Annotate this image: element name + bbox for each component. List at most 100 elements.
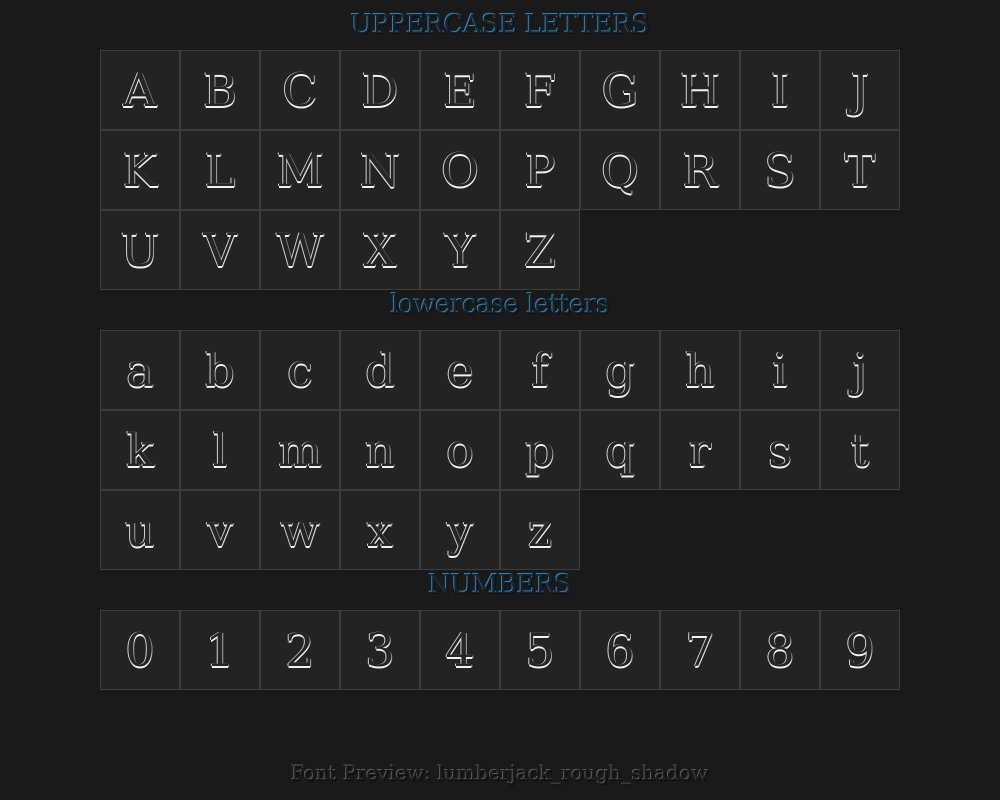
glyph-character: O xyxy=(441,143,479,197)
glyph-cell: W xyxy=(260,210,340,290)
font-preview-page: UPPERCASE LETTERS ABCDEFGHI J KLMNOPQRST UV… xyxy=(0,0,1000,800)
glyph-character: U xyxy=(120,223,160,277)
glyph-cell: 2 xyxy=(260,610,340,690)
glyph-character: E xyxy=(443,63,477,117)
glyph-character: T xyxy=(844,143,876,197)
glyph-character: 2 xyxy=(285,623,315,677)
glyph-character: m xyxy=(278,423,322,477)
glyph-cell: Y xyxy=(420,210,500,290)
glyph-cell: h xyxy=(660,330,740,410)
glyph-cell: i xyxy=(740,330,820,410)
lowercase-section-title: lowercase letters xyxy=(390,290,610,320)
glyph-character: v xyxy=(207,503,233,557)
glyph-character: X xyxy=(363,223,397,277)
glyph-cell: L xyxy=(180,130,260,210)
glyph-character: f xyxy=(531,343,549,397)
glyph-character: C xyxy=(282,63,318,117)
glyph-cell: f xyxy=(500,330,580,410)
glyph-cell: I xyxy=(740,50,820,130)
glyph-character: L xyxy=(204,143,236,197)
glyph-cell: T xyxy=(820,130,900,210)
glyph-character: 7 xyxy=(685,623,715,677)
glyph-cell: e xyxy=(420,330,500,410)
glyph-character: i xyxy=(772,343,788,397)
glyph-cell: E xyxy=(420,50,500,130)
glyph-cell: d xyxy=(340,330,420,410)
glyph-cell: 3 xyxy=(340,610,420,690)
glyph-character: J xyxy=(850,63,870,117)
glyph-cell: 6 xyxy=(580,610,660,690)
glyph-character: 0 xyxy=(125,623,155,677)
glyph-character: K xyxy=(122,143,158,197)
glyph-cell: X xyxy=(340,210,420,290)
glyph-cell: P xyxy=(500,130,580,210)
glyph-cell: r xyxy=(660,410,740,490)
glyph-cell: B xyxy=(180,50,260,130)
glyph-character: D xyxy=(361,63,399,117)
numbers-grid: 0123456789 xyxy=(100,610,900,690)
glyph-character: q xyxy=(605,423,635,477)
glyph-character: 5 xyxy=(525,623,555,677)
glyph-cell: N xyxy=(340,130,420,210)
glyph-character: w xyxy=(280,503,320,557)
glyph-cell: p xyxy=(500,410,580,490)
glyph-cell: u xyxy=(100,490,180,570)
glyph-character: Q xyxy=(601,143,639,197)
font-preview-footer: Font Preview: lumberjack_rough_shadow xyxy=(291,761,709,785)
glyph-character: l xyxy=(212,423,228,477)
glyph-cell: G xyxy=(580,50,660,130)
numbers-section-title: NUMBERS xyxy=(428,570,572,600)
glyph-character: 6 xyxy=(605,623,635,677)
glyph-cell: Q xyxy=(580,130,660,210)
glyph-character: N xyxy=(359,143,401,197)
glyph-character: 8 xyxy=(765,623,795,677)
glyph-character: R xyxy=(682,143,718,197)
glyph-character: t xyxy=(850,423,870,477)
glyph-character: c xyxy=(287,343,313,397)
glyph-cell: K xyxy=(100,130,180,210)
glyph-character: o xyxy=(446,423,474,477)
glyph-character: s xyxy=(768,423,792,477)
glyph-character: e xyxy=(446,343,474,397)
glyph-character: r xyxy=(689,423,711,477)
uppercase-grid: ABCDEFGHI J KLMNOPQRST UVWXYZ xyxy=(100,50,900,290)
glyph-cell: A xyxy=(100,50,180,130)
glyph-cell: 8 xyxy=(740,610,820,690)
glyph-character: 1 xyxy=(205,623,235,677)
glyph-cell: o xyxy=(420,410,500,490)
glyph-cell: m xyxy=(260,410,340,490)
glyph-character: u xyxy=(125,503,155,557)
glyph-character: g xyxy=(605,343,635,397)
glyph-cell: F xyxy=(500,50,580,130)
glyph-character: H xyxy=(679,63,721,117)
glyph-character: x xyxy=(367,503,393,557)
uppercase-section-title: UPPERCASE LETTERS xyxy=(350,10,650,40)
glyph-character: W xyxy=(276,223,324,277)
glyph-cell: s xyxy=(740,410,820,490)
glyph-cell: x xyxy=(340,490,420,570)
glyph-cell: 7 xyxy=(660,610,740,690)
glyph-character: h xyxy=(685,343,715,397)
glyph-cell: 9 xyxy=(820,610,900,690)
glyph-character: b xyxy=(205,343,235,397)
glyph-character: a xyxy=(126,343,154,397)
glyph-character: Z xyxy=(524,223,556,277)
glyph-cell: k xyxy=(100,410,180,490)
glyph-character: I xyxy=(770,63,790,117)
glyph-character: d xyxy=(365,343,395,397)
glyph-character: 4 xyxy=(445,623,475,677)
glyph-cell: w xyxy=(260,490,340,570)
glyph-character: B xyxy=(203,63,237,117)
glyph-cell: t xyxy=(820,410,900,490)
glyph-cell: C xyxy=(260,50,340,130)
glyph-cell: 4 xyxy=(420,610,500,690)
glyph-character: 9 xyxy=(845,623,875,677)
glyph-character: k xyxy=(126,423,154,477)
glyph-cell: M xyxy=(260,130,340,210)
glyph-cell: Z xyxy=(500,210,580,290)
glyph-character: y xyxy=(447,503,473,557)
glyph-cell: J xyxy=(820,50,900,130)
glyph-character: j xyxy=(852,343,868,397)
glyph-cell: 5 xyxy=(500,610,580,690)
glyph-character: n xyxy=(365,423,395,477)
